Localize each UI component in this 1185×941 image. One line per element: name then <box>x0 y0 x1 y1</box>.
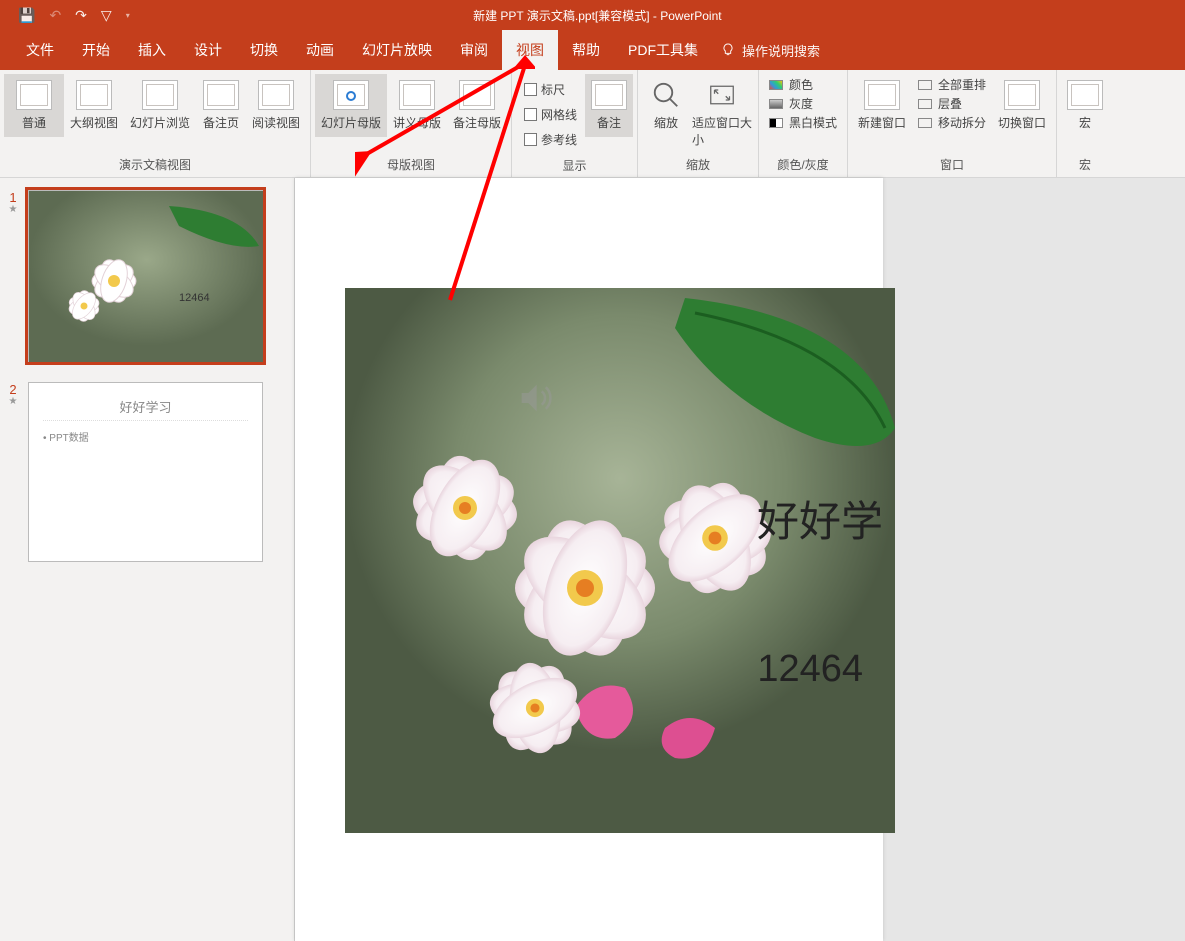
canvas-text-title[interactable]: 好好学 <box>757 488 883 549</box>
animation-star-icon: ★ <box>0 205 26 215</box>
reading-view-icon <box>258 80 294 110</box>
slide-2-title: 好好学习 <box>43 397 248 421</box>
canvas-text-number[interactable]: 12464 <box>757 648 863 691</box>
group-zoom: 缩放 适应窗口大小 缩放 <box>638 70 759 177</box>
tab-design[interactable]: 设计 <box>180 30 236 70</box>
undo-icon[interactable]: ↶ <box>49 7 61 24</box>
tab-home[interactable]: 开始 <box>68 30 124 70</box>
slide-master-button[interactable]: 幻灯片母版 <box>315 74 387 137</box>
group-label-macros: 宏 <box>1057 154 1113 177</box>
group-label-presviews: 演示文稿视图 <box>0 154 310 177</box>
macros-icon <box>1067 80 1103 110</box>
slide-1-preview: 12464 <box>28 190 263 362</box>
notes-master-button[interactable]: 备注母版 <box>447 74 507 137</box>
ruler-checkbox[interactable]: 标尺 <box>520 80 581 99</box>
redo-icon[interactable]: ↷ <box>75 7 87 24</box>
slide-master-icon <box>333 80 369 110</box>
qat-more-icon[interactable]: ▾ <box>126 11 130 20</box>
macros-button[interactable]: 宏 <box>1061 74 1109 137</box>
new-window-icon <box>864 80 900 110</box>
notes-button[interactable]: 备注 <box>585 74 633 137</box>
notes-page-icon <box>203 80 239 110</box>
group-label-color: 颜色/灰度 <box>759 154 847 177</box>
tell-me-search[interactable]: 操作说明搜索 <box>720 41 820 60</box>
quick-access-toolbar: 💾 ↶ ↷ ▽ ▾ <box>0 7 130 24</box>
handout-master-button[interactable]: 讲义母版 <box>387 74 447 137</box>
zoom-icon <box>651 80 681 110</box>
slide-thumbnail-1[interactable]: 1 ★ <box>0 190 294 362</box>
guides-checkbox[interactable]: 参考线 <box>520 130 581 149</box>
move-split-button[interactable]: 移动拆分 <box>918 114 986 131</box>
tab-review[interactable]: 审阅 <box>446 30 502 70</box>
animation-star-icon: ★ <box>0 397 26 407</box>
slide-edit-area[interactable]: 好好学 12464 <box>295 178 1185 941</box>
notes-icon <box>591 80 627 110</box>
group-label-zoom: 缩放 <box>638 154 758 177</box>
slide-sorter-icon <box>142 80 178 110</box>
group-window: 新建窗口 全部重排 层叠 移动拆分 切换窗口 窗口 <box>848 70 1057 177</box>
save-icon[interactable]: 💾 <box>18 7 35 24</box>
gridlines-checkbox[interactable]: 网格线 <box>520 105 581 124</box>
group-color-grayscale: 颜色 灰度 黑白模式 颜色/灰度 <box>759 70 848 177</box>
flower-image <box>345 288 895 833</box>
handout-master-icon <box>399 80 435 110</box>
slide-2-preview: 好好学习 • PPT数据 <box>28 382 263 562</box>
outline-view-icon <box>76 80 112 110</box>
reading-view-button[interactable]: 阅读视图 <box>246 74 306 137</box>
group-label-masterviews: 母版视图 <box>311 154 511 177</box>
slide-number-2: 2 <box>0 382 26 397</box>
audio-icon[interactable] <box>515 378 555 418</box>
tab-slideshow[interactable]: 幻灯片放映 <box>348 30 446 70</box>
group-master-views: 幻灯片母版 讲义母版 备注母版 母版视图 <box>311 70 512 177</box>
group-show: 标尺 网格线 参考线 备注 显示 <box>512 70 638 177</box>
notes-page-button[interactable]: 备注页 <box>196 74 246 137</box>
color-button[interactable]: 颜色 <box>769 76 837 93</box>
slide-canvas[interactable]: 好好学 12464 <box>295 178 883 941</box>
group-macros: 宏 宏 <box>1057 70 1113 177</box>
group-presentation-views: 普通 大纲视图 幻灯片浏览 备注页 阅读视图 演示文稿视图 <box>0 70 311 177</box>
arrange-all-button[interactable]: 全部重排 <box>918 76 986 93</box>
group-label-window: 窗口 <box>848 154 1056 177</box>
slide-thumbnails-pane: 1 ★ <box>0 178 295 941</box>
tab-pdf-tools[interactable]: PDF工具集 <box>614 30 712 70</box>
outline-view-button[interactable]: 大纲视图 <box>64 74 124 137</box>
switch-windows-icon <box>1004 80 1040 110</box>
new-window-button[interactable]: 新建窗口 <box>852 74 912 137</box>
fit-window-icon <box>707 80 737 110</box>
tab-help[interactable]: 帮助 <box>558 30 614 70</box>
slide-2-bullet: • PPT数据 <box>43 429 248 444</box>
window-title: 新建 PPT 演示文稿.ppt[兼容模式] - PowerPoint <box>130 7 1185 24</box>
title-bar: 💾 ↶ ↷ ▽ ▾ 新建 PPT 演示文稿.ppt[兼容模式] - PowerP… <box>0 0 1185 30</box>
normal-view-icon <box>16 80 52 110</box>
black-white-button[interactable]: 黑白模式 <box>769 114 837 131</box>
tab-insert[interactable]: 插入 <box>124 30 180 70</box>
work-area: 1 ★ <box>0 178 1185 941</box>
ribbon-tabs: 文件 开始 插入 设计 切换 动画 幻灯片放映 审阅 视图 帮助 PDF工具集 … <box>0 30 1185 70</box>
grayscale-button[interactable]: 灰度 <box>769 95 837 112</box>
slide-sorter-button[interactable]: 幻灯片浏览 <box>124 74 196 137</box>
switch-windows-button[interactable]: 切换窗口 <box>992 74 1052 137</box>
zoom-button[interactable]: 缩放 <box>642 74 690 137</box>
svg-text:12464: 12464 <box>179 292 210 304</box>
normal-view-button[interactable]: 普通 <box>4 74 64 137</box>
ribbon: 普通 大纲视图 幻灯片浏览 备注页 阅读视图 演示文稿视图 幻灯片母版 讲义母版… <box>0 70 1185 178</box>
tab-animations[interactable]: 动画 <box>292 30 348 70</box>
notes-master-icon <box>459 80 495 110</box>
fit-window-button[interactable]: 适应窗口大小 <box>690 74 754 154</box>
slide-thumbnail-2[interactable]: 2 ★ 好好学习 • PPT数据 <box>0 382 294 562</box>
lightbulb-icon <box>720 42 736 58</box>
tab-transitions[interactable]: 切换 <box>236 30 292 70</box>
tell-me-label: 操作说明搜索 <box>742 41 820 60</box>
slide-number-1: 1 <box>0 190 26 205</box>
tab-file[interactable]: 文件 <box>12 30 68 70</box>
start-from-beginning-icon[interactable]: ▽ <box>101 7 112 24</box>
tab-view[interactable]: 视图 <box>502 30 558 70</box>
group-label-show: 显示 <box>512 155 637 178</box>
cascade-button[interactable]: 层叠 <box>918 95 986 112</box>
